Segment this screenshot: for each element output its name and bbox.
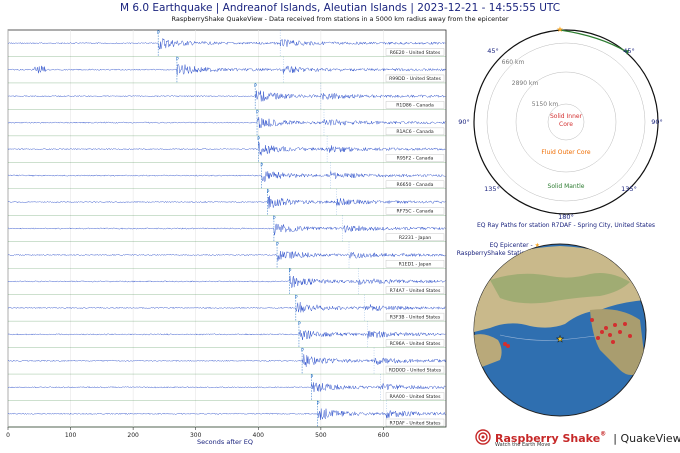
station-label: R95F2 - Canada: [397, 156, 434, 162]
ray-path-diagram: ★▼660 km2890 km5150 kmSolid InnerCoreFlu…: [458, 25, 663, 221]
x-axis-label: Seconds after EQ: [196, 438, 254, 446]
globe-map: ★: [473, 243, 647, 417]
p-arrival-label: P: [260, 162, 263, 168]
station-label: R1ED1 - Japan: [399, 262, 432, 268]
station-label: RDD0D - United States: [389, 367, 442, 373]
station-label: R1AC6 - Canada: [396, 129, 434, 135]
inner-core-label: Solid Inner: [550, 113, 583, 120]
p-arrival-label: P: [298, 321, 301, 327]
station-label: RAA00 - United States: [390, 394, 442, 400]
p-arrival-label: P: [310, 374, 313, 380]
p-arrival-label: P: [176, 56, 179, 62]
epicenter-star-icon: ★: [556, 25, 563, 34]
ray-path-title: EQ Ray Paths for station R7DAF - Spring …: [476, 222, 656, 229]
station-label: R2231 - Japan: [399, 235, 431, 241]
station-label: RF75C - Canada: [397, 209, 434, 215]
station-label: R6650 - Canada: [397, 182, 434, 188]
brand-logo: Raspberry Shake® | QuakeView Watch the E…: [470, 425, 680, 453]
p-arrival-label: P: [295, 295, 298, 301]
mantle-label: Solid Mantle: [548, 183, 585, 190]
station-label: R1D86 - Canada: [396, 103, 434, 109]
angle-label: 45°: [487, 47, 499, 55]
x-tick-label: 0: [6, 432, 10, 439]
angle-label: 45°: [623, 47, 635, 55]
epicenter-star-icon: ★: [556, 335, 564, 345]
p-arrival-label: P: [254, 83, 257, 89]
p-arrival-label: P: [157, 30, 160, 36]
station-label: R7DAF - United States: [389, 420, 441, 426]
seismogram-panel: 0 100 200 300 400 500 600PR6E20 - United State…: [6, 29, 447, 439]
station-label: R99DD - United States: [389, 76, 441, 82]
depth-label: 5150 km: [532, 101, 559, 108]
depth-label: 2890 km: [512, 80, 539, 87]
brand-tagline: Watch the Earth Move: [495, 442, 551, 448]
brand-product: QuakeView: [620, 432, 680, 445]
angle-label: 180°: [558, 213, 574, 221]
x-tick-label: 600: [378, 432, 390, 439]
station-label: RC96A - United States: [390, 341, 441, 347]
p-arrival-label: P: [301, 348, 304, 354]
angle-label: 135°: [484, 185, 500, 193]
station-label: R6E20 - United States: [390, 50, 441, 56]
p-arrival-label: P: [317, 401, 320, 407]
p-arrival-label: P: [276, 242, 279, 248]
p-arrival-label: P: [289, 268, 292, 274]
x-tick-label: 100: [65, 432, 77, 439]
raspberry-logo-icon: [475, 429, 491, 445]
brand-registered: ®: [600, 430, 607, 438]
p-arrival-label: P: [267, 189, 270, 195]
station-label: R74A7 - United States: [390, 288, 441, 294]
angle-label: 135°: [621, 185, 637, 193]
p-arrival-label: P: [273, 215, 276, 221]
p-arrival-label: P: [256, 109, 259, 115]
station-label: R3F3B - United States: [390, 314, 441, 320]
inner-core-label: Core: [559, 121, 573, 128]
depth-label: 660 km: [502, 59, 525, 66]
angle-label: 90°: [458, 118, 470, 126]
p-arrival-label: P: [257, 136, 260, 142]
angle-label: 90°: [651, 118, 663, 126]
outer-core-label: Fluid Outer Core: [541, 149, 590, 156]
